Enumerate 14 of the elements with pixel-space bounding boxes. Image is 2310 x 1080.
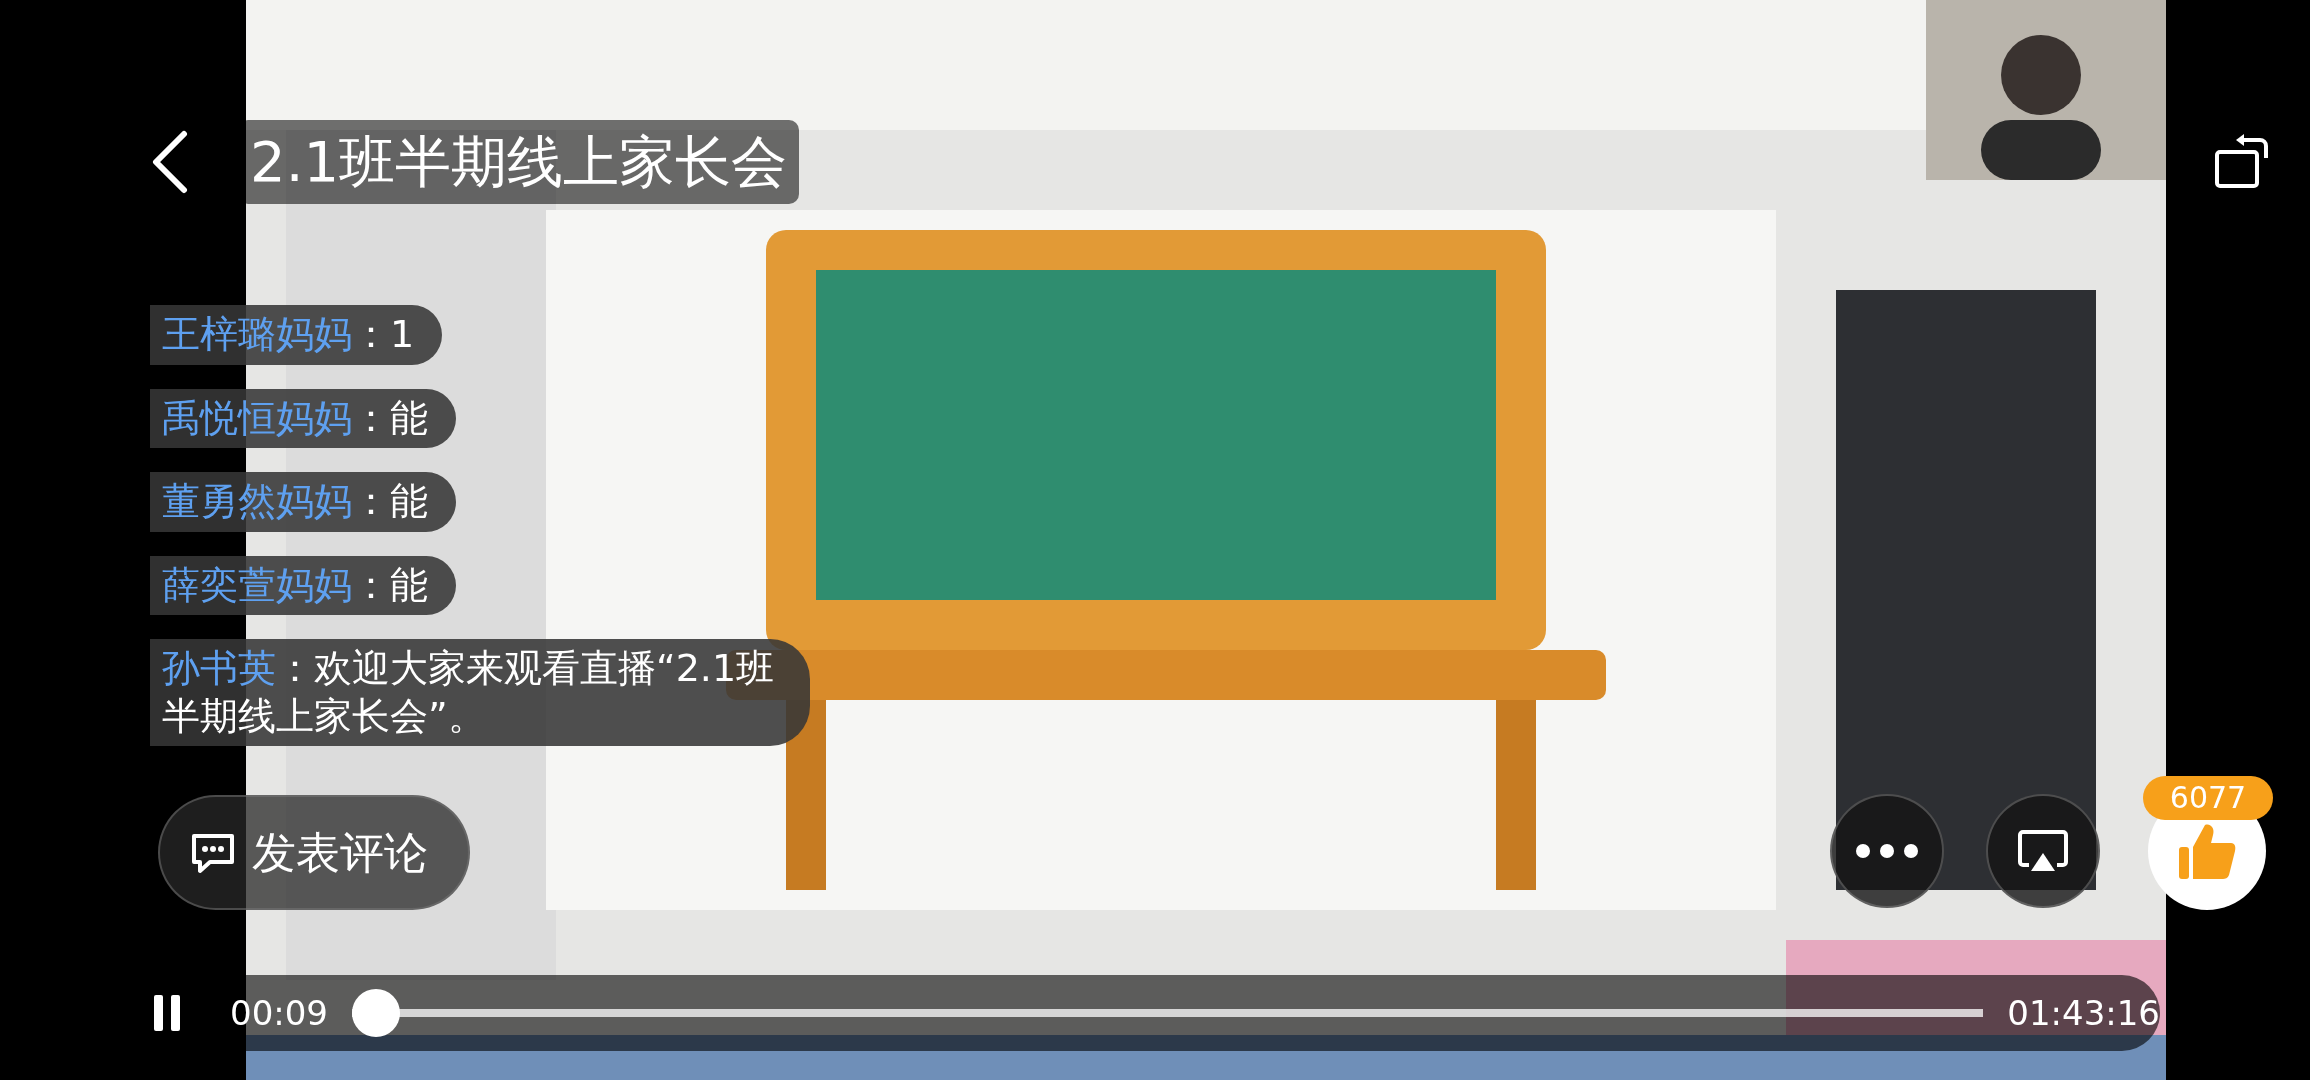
- more-icon: [1855, 843, 1919, 859]
- comment-button[interactable]: 发表评论: [158, 795, 470, 910]
- pause-icon[interactable]: [152, 993, 182, 1033]
- chat-message: 王梓璐妈妈：1: [150, 305, 443, 365]
- chat-message: 禹悦恒妈妈：能: [150, 388, 456, 448]
- total-time: 01:43:16: [2007, 991, 2160, 1035]
- back-icon[interactable]: [150, 130, 190, 194]
- cast-icon: [2017, 829, 2069, 873]
- chat-message: 孙书英：欢迎大家来观看直播“2.1班半期线上家长会”。: [150, 639, 810, 746]
- chat-message: 董勇然妈妈：能: [150, 472, 456, 532]
- rotate-screen-icon[interactable]: [2214, 134, 2270, 190]
- like-count: 6077: [2143, 776, 2273, 820]
- chat-message: 薛奕萱妈妈：能: [150, 555, 456, 615]
- chat-icon: [190, 831, 236, 874]
